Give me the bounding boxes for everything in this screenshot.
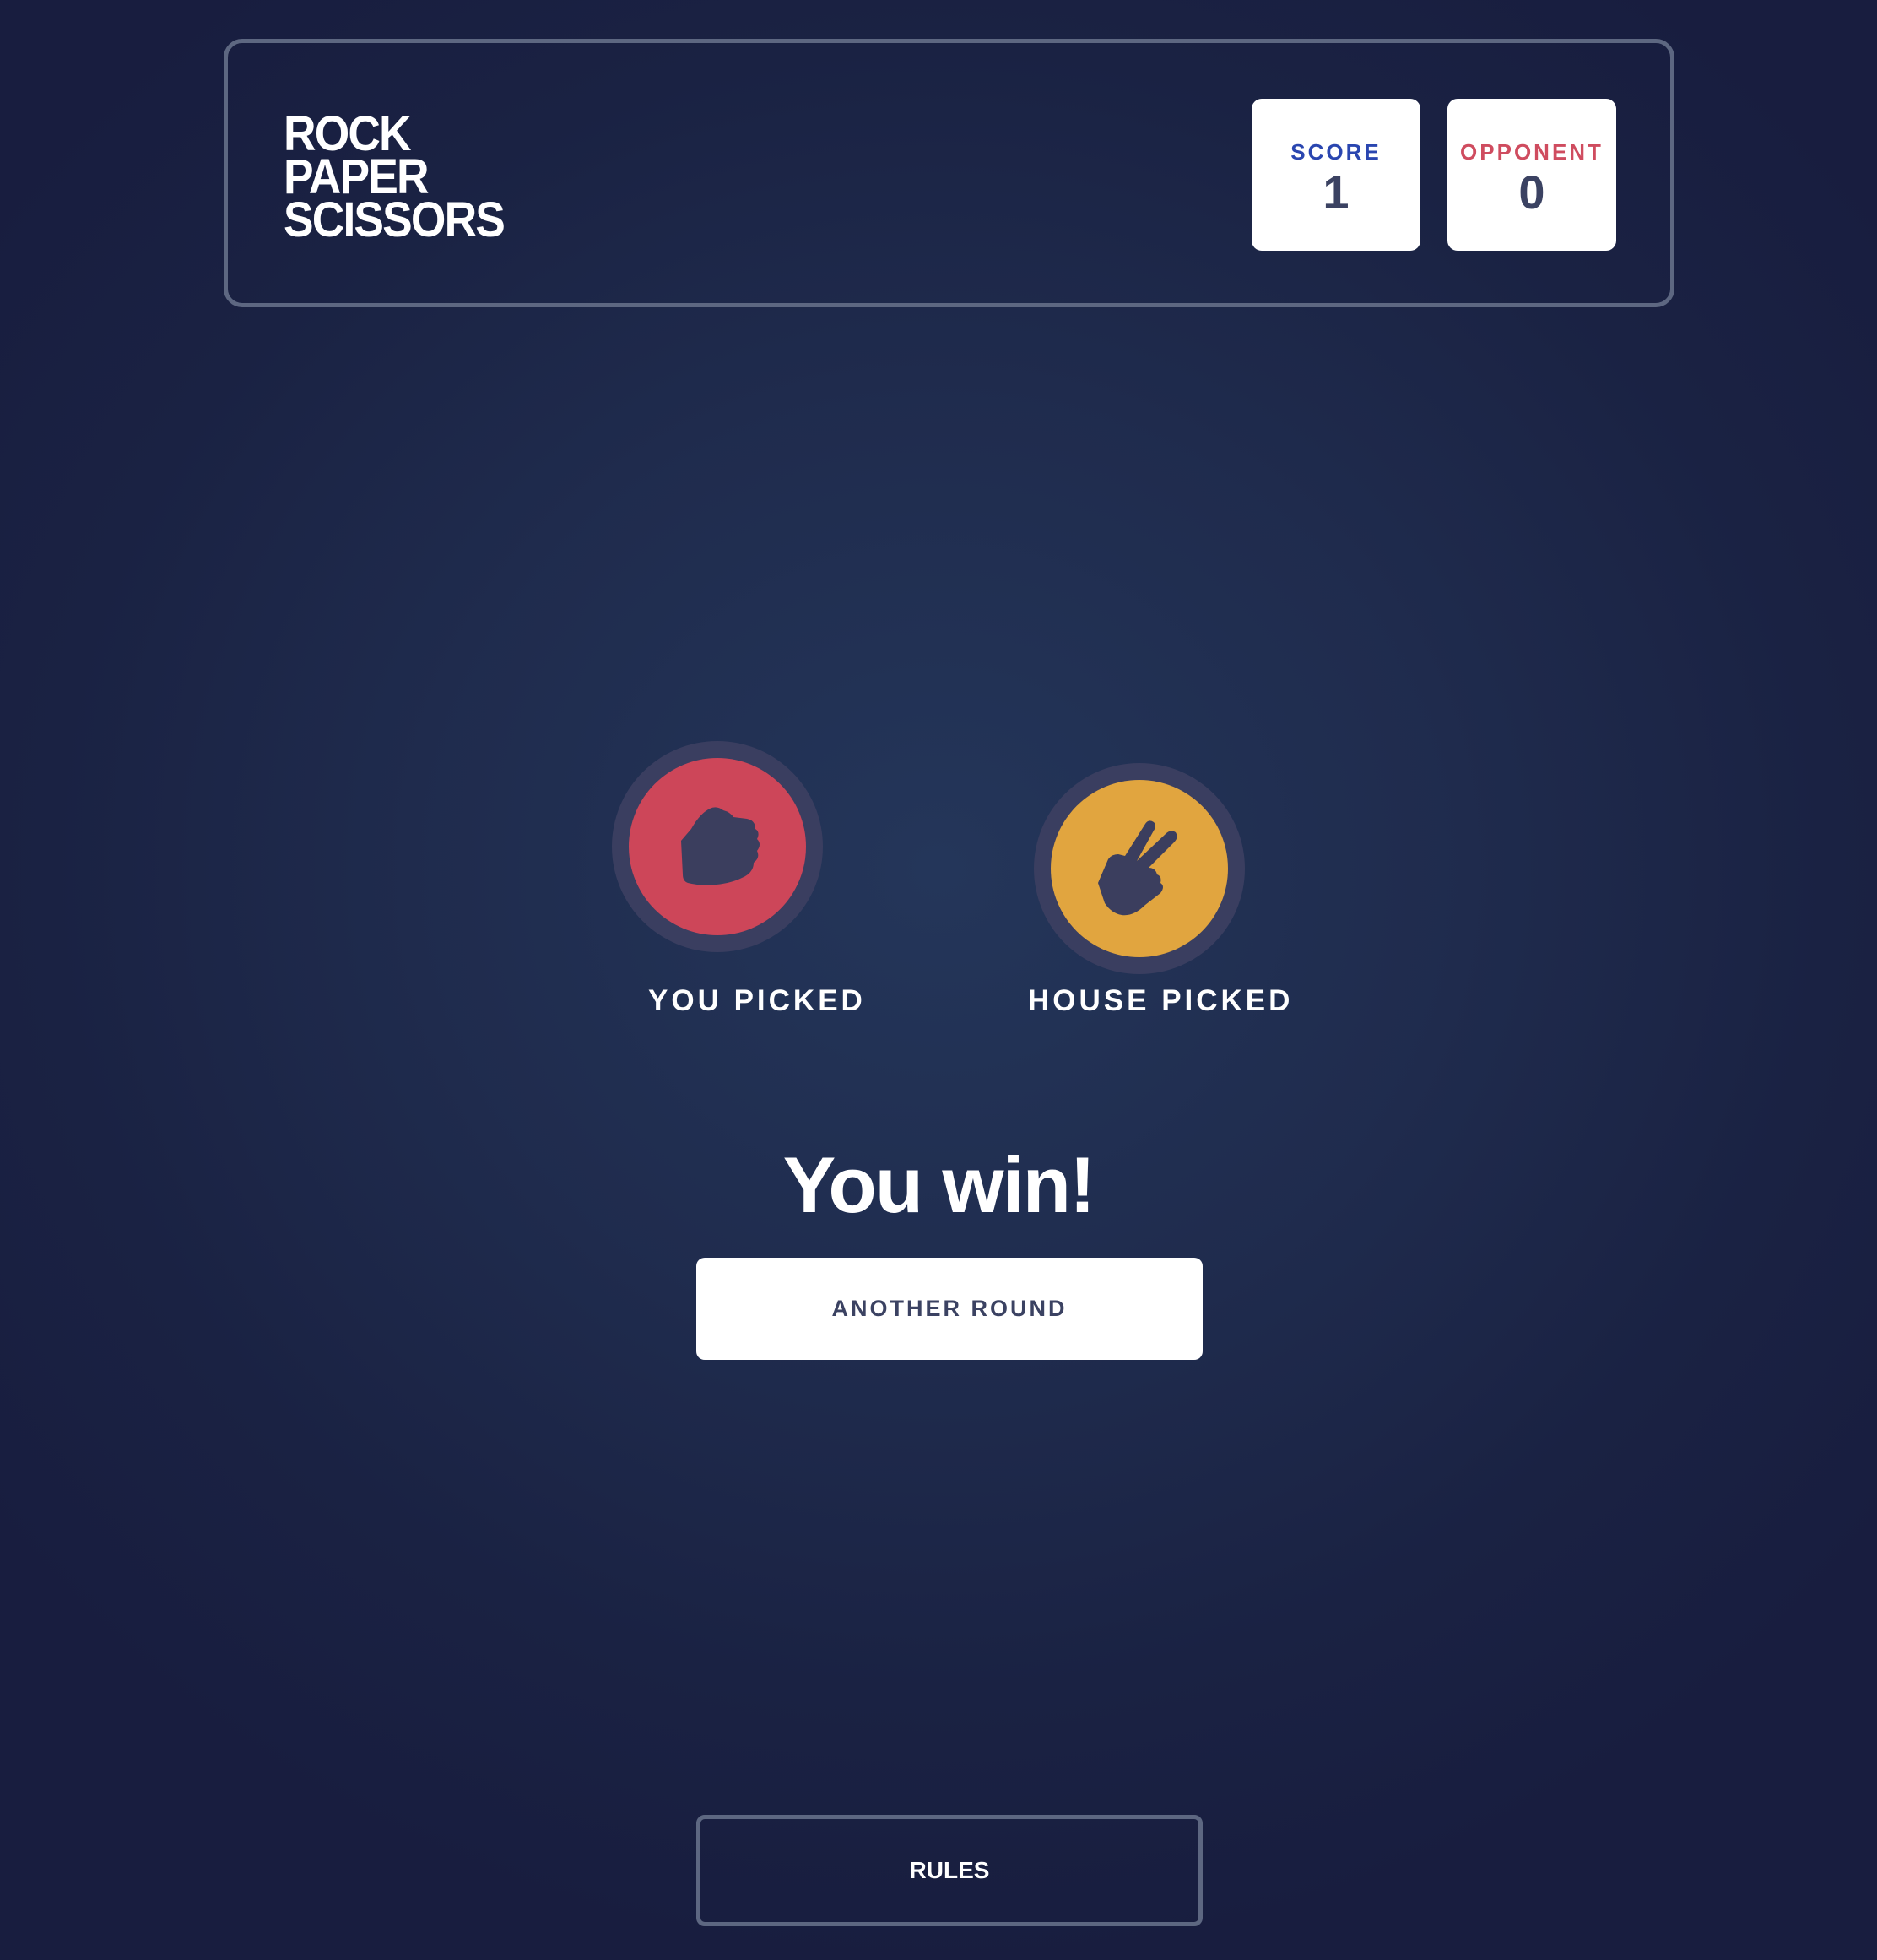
player-pick-token [612, 741, 823, 952]
opponent-score-value: 0 [1518, 165, 1545, 219]
logo-line-scissors: Scissors [284, 192, 506, 247]
another-round-button[interactable]: Another round [696, 1258, 1203, 1360]
player-score-value: 1 [1323, 165, 1350, 219]
opponent-score-label: Opponent [1460, 139, 1604, 165]
game-logo: Rock Paper Scissors [284, 110, 506, 247]
house-picked-label: House picked [1028, 984, 1294, 1017]
you-picked-label: You picked [648, 984, 866, 1017]
rock-icon [681, 807, 760, 885]
score-header: Rock Paper Scissors Score 1 Opponent 0 [224, 39, 1674, 307]
player-score-label: Score [1290, 139, 1382, 165]
scissors-icon [1098, 820, 1177, 916]
rules-button[interactable]: Rules [696, 1815, 1203, 1926]
rock-token [629, 758, 806, 935]
result-text: You win! [782, 1140, 1096, 1229]
scissors-token [1051, 780, 1228, 957]
player-score-box: Score 1 [1252, 99, 1420, 251]
house-pick-token [1034, 763, 1245, 974]
opponent-score-box: Opponent 0 [1447, 99, 1616, 251]
